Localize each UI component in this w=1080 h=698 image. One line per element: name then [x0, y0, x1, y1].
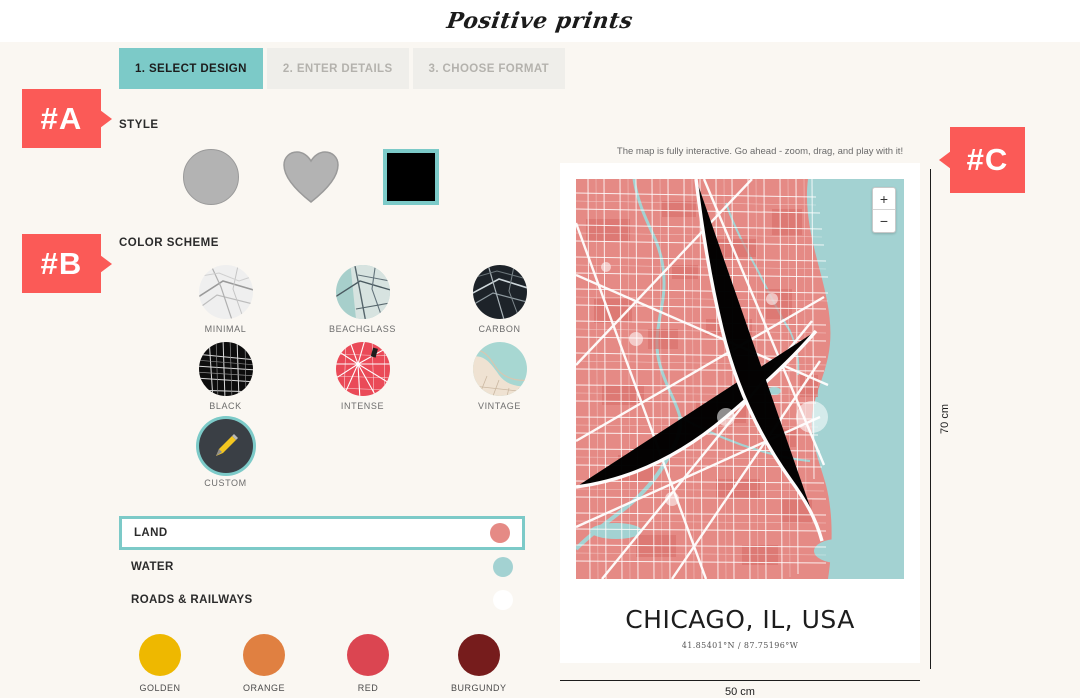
style-option-heart[interactable] [281, 147, 341, 207]
layer-color-water[interactable] [493, 556, 513, 577]
scheme-thumb-carbon [472, 265, 527, 319]
layer-row-land[interactable]: LAND [119, 516, 525, 550]
poster-width-dimension: 50 cm [560, 680, 920, 698]
scheme-option-custom[interactable]: CUSTOM [157, 419, 294, 488]
swatch-dot-golden [139, 634, 181, 676]
scheme-thumb-custom [198, 419, 253, 473]
poster-preview: The map is fully interactive. Go ahead -… [560, 42, 960, 698]
poster-title: CHICAGO, IL, USA [625, 605, 855, 634]
swatch-dot-red [347, 634, 390, 676]
scheme-label-custom: CUSTOM [204, 478, 247, 488]
layer-label-water: WATER [131, 560, 174, 573]
tab-enter-details[interactable]: 2. ENTER DETAILS [266, 48, 409, 89]
interactive-map[interactable]: + − [576, 179, 904, 579]
tab-select-design[interactable]: 1. SELECT DESIGN [119, 48, 263, 89]
width-label: 50 cm [725, 686, 755, 698]
layer-label-roads: ROADS & RAILWAYS [131, 593, 253, 606]
scheme-thumb-vintage [472, 342, 527, 396]
color-scheme-heading: COLOR SCHEME [119, 237, 219, 249]
brand-logo: Positive prints [445, 8, 635, 34]
style-option-circle[interactable] [181, 147, 241, 207]
swatch-dot-burgundy [457, 634, 500, 676]
tab-choose-format[interactable]: 3. CHOOSE FORMAT [412, 48, 566, 89]
step-tabs: 1. SELECT DESIGN 2. ENTER DETAILS 3. CHO… [119, 48, 566, 89]
style-heading: STYLE [119, 119, 159, 131]
scheme-option-carbon[interactable]: CARBON [431, 265, 568, 334]
style-option-square[interactable] [381, 147, 441, 207]
layer-color-roads[interactable] [493, 589, 513, 610]
swatch-burgundy[interactable]: BURGUNDY [451, 634, 507, 693]
scheme-thumb-beachglass [335, 265, 390, 319]
zoom-out-button[interactable]: − [873, 210, 895, 232]
color-scheme-options: MINIMAL BEACHGLASS CARBON BLACK INTENSE … [119, 265, 539, 488]
layer-color-land[interactable] [490, 523, 510, 543]
swatch-red[interactable]: RED [347, 634, 390, 693]
scheme-option-intense[interactable]: INTENSE [294, 342, 431, 411]
height-label: 70 cm [939, 404, 951, 434]
scheme-label-minimal: MINIMAL [204, 324, 247, 334]
heart-icon [282, 150, 340, 204]
swatch-label-red: RED [357, 683, 379, 693]
scheme-thumb-minimal [198, 265, 253, 319]
scheme-option-vintage[interactable]: VINTAGE [431, 342, 568, 411]
swatch-label-golden: GOLDEN [139, 683, 181, 693]
scheme-label-vintage: VINTAGE [477, 401, 522, 411]
map-zoom-control: + − [872, 187, 896, 233]
poster-height-dimension: 70 cm [930, 169, 951, 669]
height-ruler-line [930, 169, 931, 669]
main-stage: 1. SELECT DESIGN 2. ENTER DETAILS 3. CHO… [0, 42, 1080, 698]
scheme-label-beachglass: BEACHGLASS [328, 324, 397, 334]
app-header: Positive prints [0, 0, 1080, 42]
layer-list: LAND WATER ROADS & RAILWAYS [119, 516, 525, 616]
design-configurator: 1. SELECT DESIGN 2. ENTER DETAILS 3. CHO… [119, 48, 566, 693]
swatch-orange[interactable]: ORANGE [243, 634, 285, 693]
width-ruler-line [560, 680, 920, 681]
square-icon [383, 149, 439, 205]
scheme-option-beachglass[interactable]: BEACHGLASS [294, 265, 431, 334]
color-palette: GOLDEN ORANGE RED BURGUNDY [119, 634, 539, 693]
scheme-thumb-black [198, 342, 253, 396]
scheme-label-intense: INTENSE [340, 401, 385, 411]
circle-icon [183, 149, 239, 205]
pencil-icon [211, 431, 241, 461]
scheme-label-carbon: CARBON [478, 324, 521, 334]
annotation-badge-c: #C [950, 127, 1025, 193]
annotation-badge-b: #B [22, 234, 101, 293]
scheme-option-black[interactable]: BLACK [157, 342, 294, 411]
poster: + − CHICAGO, IL, USA 41.85401°N / 87.751… [560, 163, 920, 663]
map-hint: The map is fully interactive. Go ahead -… [616, 146, 904, 157]
swatch-golden[interactable]: GOLDEN [139, 634, 181, 693]
poster-coordinates: 41.85401°N / 87.75196°W [681, 641, 799, 650]
swatch-label-orange: ORANGE [243, 683, 286, 693]
annotation-badge-a: #A [22, 89, 101, 148]
style-options [119, 147, 539, 207]
swatch-dot-orange [243, 634, 285, 676]
scheme-option-minimal[interactable]: MINIMAL [157, 265, 294, 334]
layer-row-roads[interactable]: ROADS & RAILWAYS [119, 583, 525, 616]
zoom-in-button[interactable]: + [873, 188, 895, 210]
scheme-label-black: BLACK [209, 401, 242, 411]
poster-wrapper: + − CHICAGO, IL, USA 41.85401°N / 87.751… [560, 163, 951, 698]
layer-row-water[interactable]: WATER [119, 550, 525, 583]
swatch-label-burgundy: BURGUNDY [451, 683, 507, 693]
scheme-thumb-intense [335, 342, 390, 396]
layer-label-land: LAND [134, 527, 168, 539]
